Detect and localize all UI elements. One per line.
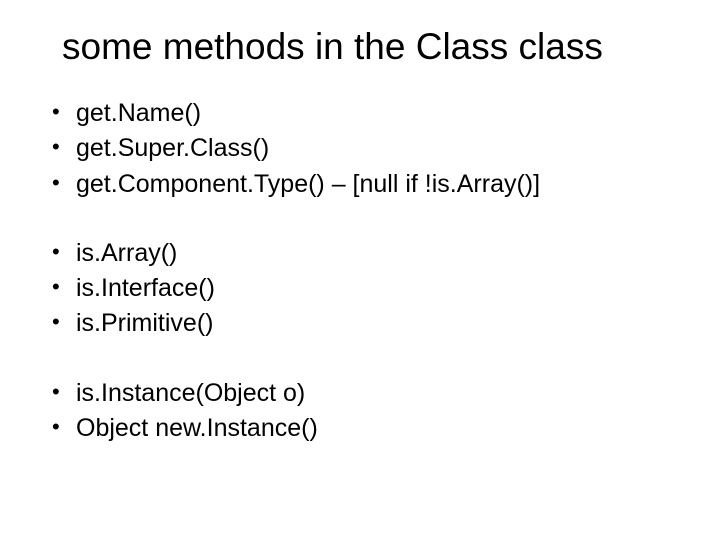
bullet-group-1: is.Array() is.Interface() is.Primitive() [46,238,680,340]
list-item: is.Array() [46,238,680,269]
slide-title: some methods in the Class class [62,26,680,68]
list-item: get.Name() [46,98,680,129]
list-item: get.Component.Type() – [null if !is.Arra… [46,169,680,200]
list-item: get.Super.Class() [46,133,680,164]
list-item: is.Primitive() [46,308,680,339]
list-item: is.Instance(Object o) [46,378,680,409]
list-item: Object new.Instance() [46,413,680,444]
bullet-group-2: is.Instance(Object o) Object new.Instanc… [46,378,680,445]
slide: some methods in the Class class get.Name… [0,0,720,540]
slide-body: get.Name() get.Super.Class() get.Compone… [46,98,680,444]
bullet-group-0: get.Name() get.Super.Class() get.Compone… [46,98,680,200]
list-item: is.Interface() [46,273,680,304]
